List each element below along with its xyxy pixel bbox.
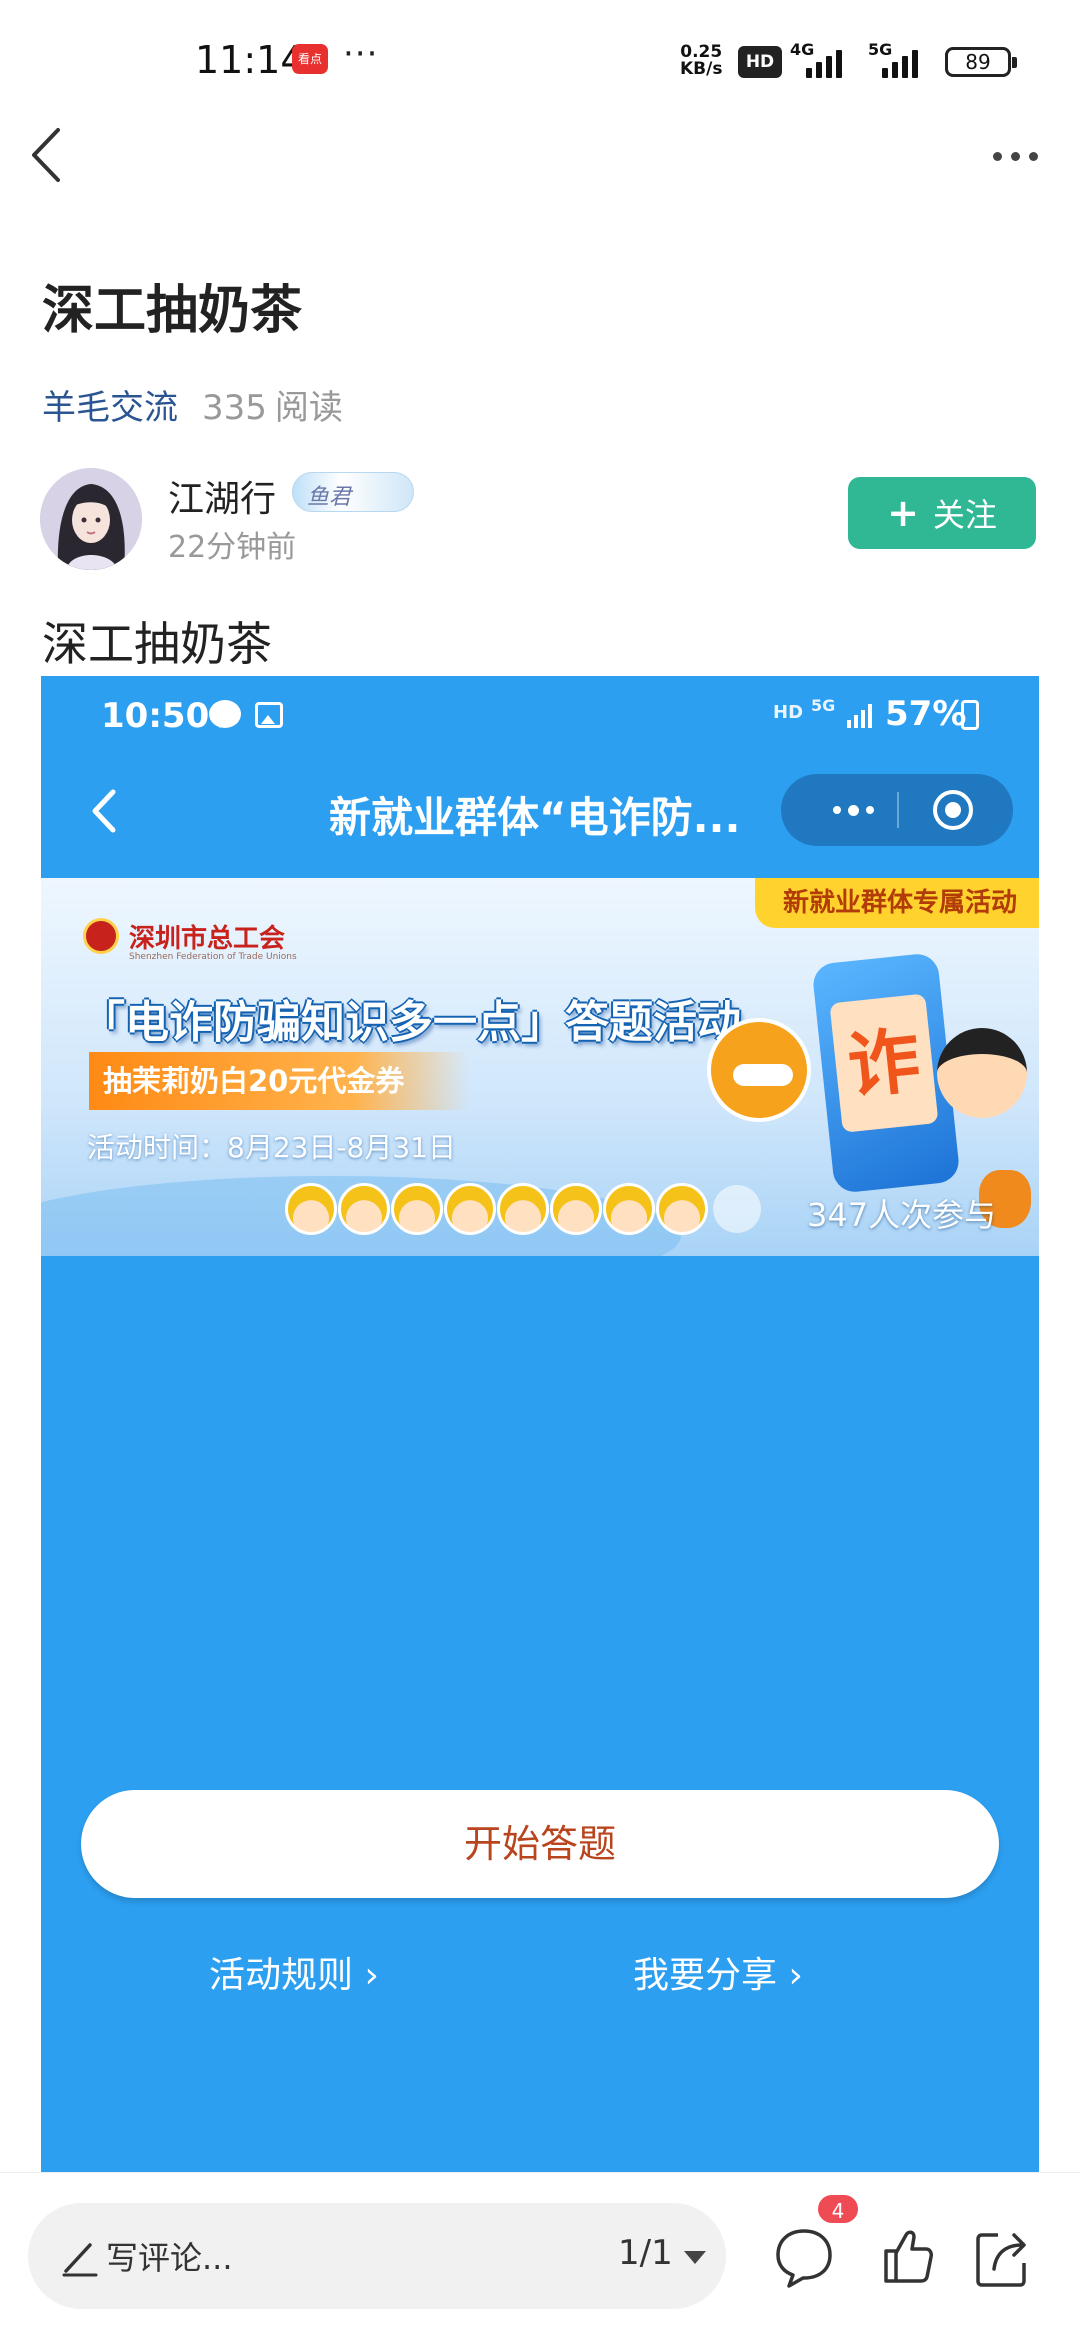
signal-icon: [806, 46, 842, 78]
net-speed-unit: KB/s: [680, 59, 723, 79]
banner-coupon: 抽茉莉奶白20元代金券: [89, 1052, 469, 1110]
article-body-text: 深工抽奶茶: [42, 617, 272, 671]
avatar-illustration: [40, 468, 142, 570]
signal-icon-2: [882, 46, 918, 78]
hd-icon: HD: [738, 46, 782, 78]
like-icon: [884, 2230, 933, 2283]
status-bar: 11:14 看点 ··· 0.25 KB/s HD 4G 5G 89: [0, 0, 1080, 120]
page-indicator[interactable]: 1/1: [618, 2233, 673, 2273]
status-time: 11:14: [195, 38, 305, 82]
inner-hd-label: HD: [773, 702, 804, 723]
back-button[interactable]: [22, 122, 72, 188]
gallery-icon: [255, 702, 283, 728]
inner-signal-icon: [847, 702, 872, 728]
miniprogram-capsule: [781, 774, 1013, 846]
banner-tag: 新就业群体专属活动: [754, 878, 1039, 928]
battery-icon: 89: [945, 47, 1017, 77]
share-link: 我要分享 ›: [633, 1955, 803, 1996]
banner-organization: 深圳市总工会: [129, 924, 286, 954]
caret-down-icon[interactable]: [684, 2251, 706, 2264]
app-notification-icon: 看点: [292, 44, 328, 74]
inner-page-title: 新就业群体“电诈防...: [329, 793, 741, 842]
read-count: 335: [202, 388, 267, 428]
more-dots-icon: [992, 151, 1002, 161]
follow-label: 关注: [932, 496, 997, 534]
author-name[interactable]: 江湖行: [168, 470, 276, 522]
participant-count: 347人次参与: [807, 1196, 997, 1234]
article-title: 深工抽奶茶: [42, 281, 303, 341]
comment-placeholder: 写评论...: [106, 2239, 233, 2277]
article-meta: 羊毛交流 335 阅读: [42, 380, 343, 429]
inner-status-time: 10:50: [101, 696, 210, 736]
post-time: 22分钟前: [168, 530, 297, 565]
category-link[interactable]: 羊毛交流: [42, 388, 178, 428]
courier-illustration: [707, 1018, 811, 1122]
inner-battery-icon: [961, 700, 979, 730]
thief-illustration: [937, 1028, 1027, 1118]
more-options-button[interactable]: [985, 128, 1045, 184]
activity-rules-link: 活动规则 ›: [209, 1955, 379, 1996]
banner-headline: 「电诈防骗知识多一点」答题活动: [81, 997, 741, 1048]
inner-close-target-icon: [933, 790, 973, 830]
author-avatar[interactable]: [40, 468, 142, 570]
inner-battery-text: 57%: [885, 694, 967, 734]
inner-more-icon: [813, 774, 893, 846]
read-label: 阅读: [274, 388, 343, 428]
message-icon: [209, 700, 241, 728]
comment-input[interactable]: 写评论... 1/1: [28, 2203, 726, 2309]
bottom-action-bar: 写评论... 1/1 4: [0, 2172, 1080, 2340]
banner-organization-en: Shenzhen Federation of Trade Unions: [129, 952, 297, 962]
author-level-badge: 鱼君: [292, 472, 414, 512]
comment-count-badge: 4: [816, 2193, 860, 2225]
plus-icon: +: [887, 491, 919, 535]
follow-button[interactable]: + 关注: [848, 477, 1036, 549]
participant-avatars: [285, 1183, 761, 1235]
chevron-left-icon: [32, 128, 60, 182]
share-icon: [976, 2233, 1026, 2287]
inner-back-icon: [83, 776, 123, 846]
union-logo-icon: [83, 918, 119, 954]
banner-activity-time: 活动时间：8月23日-8月31日: [87, 1131, 456, 1164]
start-quiz-button: 开始答题: [81, 1790, 999, 1898]
author-badge-text: 鱼君: [307, 485, 352, 510]
status-overflow-icon: ···: [343, 34, 379, 74]
like-button[interactable]: [876, 2173, 940, 2340]
share-button[interactable]: [970, 2173, 1034, 2340]
activity-banner: 新就业群体专属活动 深圳市总工会 Shenzhen Federation of …: [41, 878, 1039, 1256]
pencil-icon: [62, 2243, 98, 2277]
embedded-screenshot-image[interactable]: 10:50 HD 5G 57% 新就业群体“电诈防... 新就业群体专属活动 深…: [41, 676, 1039, 2176]
inner-5g-label: 5G: [811, 696, 836, 715]
net-speed: 0.25 KB/s: [680, 44, 722, 78]
